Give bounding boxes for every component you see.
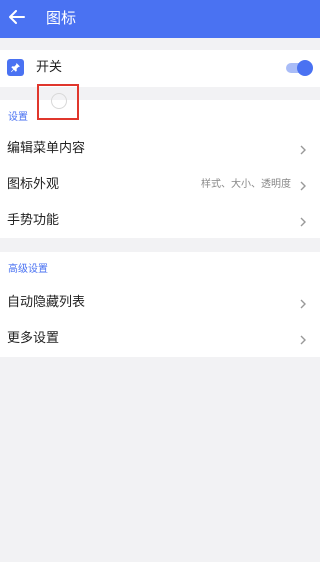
- row-label: 图标外观: [7, 177, 60, 192]
- section-header-settings: 设置: [8, 112, 28, 123]
- chevron-right-icon: [298, 298, 308, 310]
- row-gestures[interactable]: 手势功能: [0, 204, 320, 240]
- switch-label: 开关: [36, 60, 63, 75]
- chevron-right-icon: [298, 144, 308, 156]
- chevron-right-icon: [298, 216, 308, 228]
- row-label: 更多设置: [7, 331, 60, 346]
- chevron-right-icon: [298, 180, 308, 192]
- row-label: 手势功能: [7, 213, 60, 228]
- advanced-section: 高级设置 自动隐藏列表 更多设置: [0, 252, 320, 357]
- switch-row[interactable]: 开关: [0, 50, 320, 87]
- row-more-settings[interactable]: 更多设置: [0, 322, 320, 358]
- chevron-right-icon: [298, 334, 308, 346]
- row-label: 编辑菜单内容: [7, 141, 86, 156]
- page-title: 图标: [46, 9, 77, 27]
- row-edit-menu[interactable]: 编辑菜单内容: [0, 132, 320, 168]
- circle-icon: [51, 93, 67, 109]
- settings-section: 设置 编辑菜单内容 图标外观 样式、大小、透明度 手势功能: [0, 100, 320, 238]
- section-header-advanced: 高级设置: [8, 264, 48, 275]
- pin-icon: [7, 59, 24, 76]
- highlight-box: [37, 84, 79, 120]
- row-label: 自动隐藏列表: [7, 295, 86, 310]
- back-button[interactable]: [6, 6, 28, 28]
- row-auto-hide[interactable]: 自动隐藏列表: [0, 286, 320, 322]
- enable-toggle[interactable]: [284, 60, 313, 76]
- arrow-left-icon: [9, 10, 25, 24]
- app-bar: 图标: [0, 0, 320, 38]
- row-hint: 样式、大小、透明度: [201, 179, 291, 190]
- row-icon-appearance[interactable]: 图标外观 样式、大小、透明度: [0, 168, 320, 204]
- toggle-thumb: [297, 60, 313, 76]
